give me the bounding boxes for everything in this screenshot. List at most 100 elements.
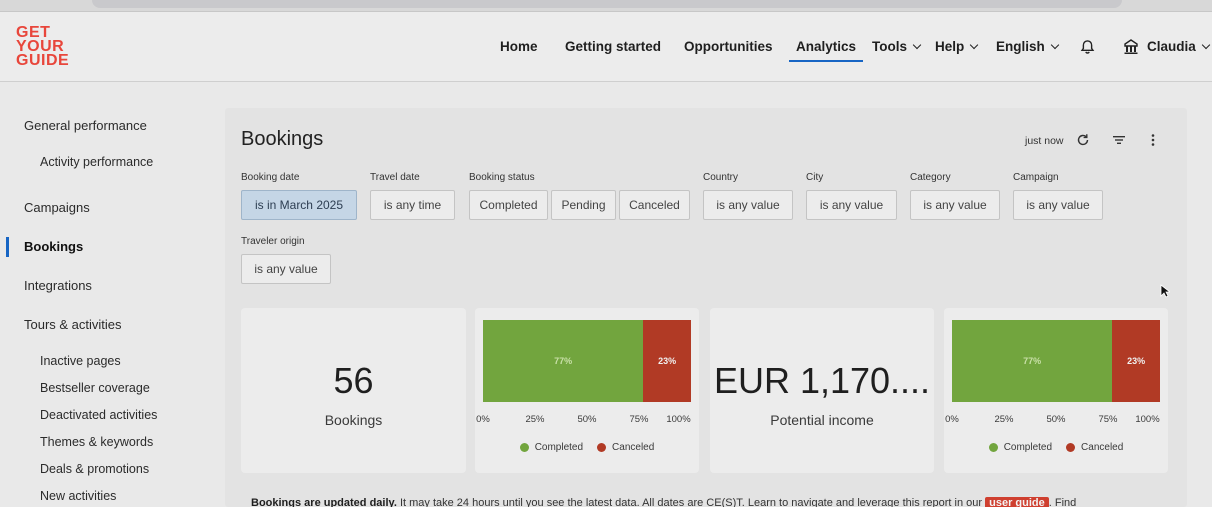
bar-segment-completed: 77% xyxy=(952,320,1113,402)
tick-label: 0% xyxy=(476,414,490,425)
note-text: It may take 24 hours until you see the l… xyxy=(396,497,986,507)
filter-booking-date[interactable]: is in March 2025 xyxy=(241,190,357,220)
filter-label-travel-date: Travel date xyxy=(370,172,420,183)
getyourguide-logo[interactable]: GET YOUR GUIDE xyxy=(16,25,76,69)
chevron-down-icon xyxy=(1050,40,1060,50)
filter-country[interactable]: is any value xyxy=(703,190,793,220)
legend-label: Canceled xyxy=(1081,442,1124,453)
nav-opportunities[interactable]: Opportunities xyxy=(684,39,773,54)
bookings-dashboard: Bookings just now Booking date Travel da… xyxy=(225,108,1187,507)
chart-legend: Completed Canceled xyxy=(475,442,699,453)
note-tail: . Find xyxy=(1048,497,1077,507)
organization-icon xyxy=(1124,39,1138,54)
last-updated-text: just now xyxy=(1025,135,1064,147)
legend-item-completed[interactable]: Completed xyxy=(988,442,1053,453)
filter-city[interactable]: is any value xyxy=(806,190,897,220)
stacked-bar: 77% 23% xyxy=(952,320,1160,402)
filter-status-completed[interactable]: Completed xyxy=(469,190,548,220)
chevron-down-icon xyxy=(1201,40,1211,50)
filter-label-country: Country xyxy=(703,172,739,183)
tick-label: 75% xyxy=(1098,414,1118,425)
sidebar-item-deactivated-activities[interactable]: Deactivated activities xyxy=(40,408,157,422)
nav-user-label: Claudia xyxy=(1147,39,1196,54)
sidebar-item-tours-activities[interactable]: Tours & activities xyxy=(24,317,122,332)
sidebar-active-indicator xyxy=(6,237,9,257)
nav-tools[interactable]: Tools xyxy=(872,39,922,54)
nav-getting-started[interactable]: Getting started xyxy=(565,39,661,54)
bar-label-completed: 77% xyxy=(1023,356,1042,366)
legend-label: Completed xyxy=(1003,442,1053,453)
kpi-card-potential-income: EUR 1,170.... Potential income xyxy=(710,308,934,473)
tick-label: 75% xyxy=(629,414,649,425)
legend-item-canceled[interactable]: Canceled xyxy=(1066,442,1123,453)
bell-icon[interactable] xyxy=(1080,39,1095,55)
filter-category[interactable]: is any value xyxy=(910,190,1000,220)
sidebar-item-new-activities[interactable]: New activities xyxy=(40,489,116,503)
sidebar-item-bestseller-coverage[interactable]: Bestseller coverage xyxy=(40,381,150,395)
refresh-icon[interactable] xyxy=(1076,133,1090,147)
sidebar-item-general-performance[interactable]: General performance xyxy=(24,118,147,133)
filter-label-category: Category xyxy=(910,172,951,183)
nav-language[interactable]: English xyxy=(996,39,1060,54)
legend-item-completed[interactable]: Completed xyxy=(519,442,583,453)
address-bar[interactable] xyxy=(92,0,1122,8)
sidebar-item-inactive-pages[interactable]: Inactive pages xyxy=(40,354,121,368)
legend-item-canceled[interactable]: Canceled xyxy=(597,442,654,453)
legend-dot-canceled xyxy=(597,443,607,452)
user-guide-link[interactable]: user guide xyxy=(985,497,1049,507)
filter-campaign[interactable]: is any value xyxy=(1013,190,1103,220)
top-navigation: GET YOUR GUIDE Home Getting started Oppo… xyxy=(0,12,1212,82)
bar-segment-canceled: 23% xyxy=(643,320,691,402)
sidebar-item-bookings[interactable]: Bookings xyxy=(24,239,83,254)
legend-label: Canceled xyxy=(612,442,655,453)
sidebar-item-integrations[interactable]: Integrations xyxy=(24,278,92,293)
nav-help-label: Help xyxy=(935,39,965,54)
tick-label: 50% xyxy=(577,414,597,425)
chart-legend: Completed Canceled xyxy=(944,442,1168,453)
kpi-income-value: EUR 1,170.... xyxy=(713,360,931,401)
x-axis-ticks: 0% 25% 50% 75% 100% xyxy=(476,414,691,426)
bar-label-completed: 77% xyxy=(554,356,573,366)
browser-toolbar xyxy=(0,0,1212,12)
filter-icon[interactable] xyxy=(1112,133,1126,147)
note-bold: Bookings are updated daily. xyxy=(251,497,397,507)
filter-label-campaign: Campaign xyxy=(1013,172,1059,183)
sidebar-item-campaigns[interactable]: Campaigns xyxy=(24,200,90,215)
kpi-bookings-label: Bookings xyxy=(324,412,383,428)
nav-user-menu[interactable]: Claudia xyxy=(1147,39,1211,54)
sidebar-item-themes-keywords[interactable]: Themes & keywords xyxy=(40,435,153,449)
filter-travel-date[interactable]: is any time xyxy=(370,190,455,220)
filter-traveler-origin[interactable]: is any value xyxy=(241,254,331,284)
tick-label: 100% xyxy=(1135,414,1160,425)
kpi-income-label: Potential income xyxy=(770,412,874,428)
status-split-card-income: 77% 23% 0% 25% 50% 75% 100% Completed Ca… xyxy=(944,308,1168,473)
tick-label: 25% xyxy=(994,414,1014,425)
chevron-down-icon xyxy=(912,40,922,50)
chevron-down-icon xyxy=(970,40,979,50)
x-axis-ticks: 0% 25% 50% 75% 100% xyxy=(945,414,1160,426)
more-options-icon[interactable] xyxy=(1146,133,1160,147)
tick-label: 25% xyxy=(525,414,545,425)
data-freshness-note: Bookings are updated daily. It may take … xyxy=(251,497,1151,507)
tick-label: 0% xyxy=(945,414,959,425)
page-title: Bookings xyxy=(241,128,324,150)
sidebar-item-deals-promotions[interactable]: Deals & promotions xyxy=(40,462,149,476)
filter-status-canceled[interactable]: Canceled xyxy=(619,190,690,220)
bar-segment-canceled: 23% xyxy=(1112,320,1160,402)
nav-tools-label: Tools xyxy=(872,39,907,54)
legend-dot-completed xyxy=(988,443,998,452)
legend-dot-completed xyxy=(519,443,529,452)
nav-help[interactable]: Help xyxy=(935,39,979,54)
filter-status-pending[interactable]: Pending xyxy=(551,190,616,220)
status-split-card-bookings: 77% 23% 0% 25% 50% 75% 100% Completed Ca… xyxy=(475,308,699,473)
nav-home[interactable]: Home xyxy=(500,39,538,54)
nav-analytics[interactable]: Analytics xyxy=(788,39,864,62)
filter-label-city: City xyxy=(806,172,824,183)
kpi-bookings-value: 56 xyxy=(333,360,374,401)
bar-label-canceled: 23% xyxy=(658,356,677,366)
filter-label-booking-status: Booking status xyxy=(469,172,535,183)
tick-label: 50% xyxy=(1046,414,1066,425)
bar-label-canceled: 23% xyxy=(1127,356,1146,366)
sidebar-item-activity-performance[interactable]: Activity performance xyxy=(40,155,153,169)
sidebar: General performance Activity performance… xyxy=(0,83,222,507)
